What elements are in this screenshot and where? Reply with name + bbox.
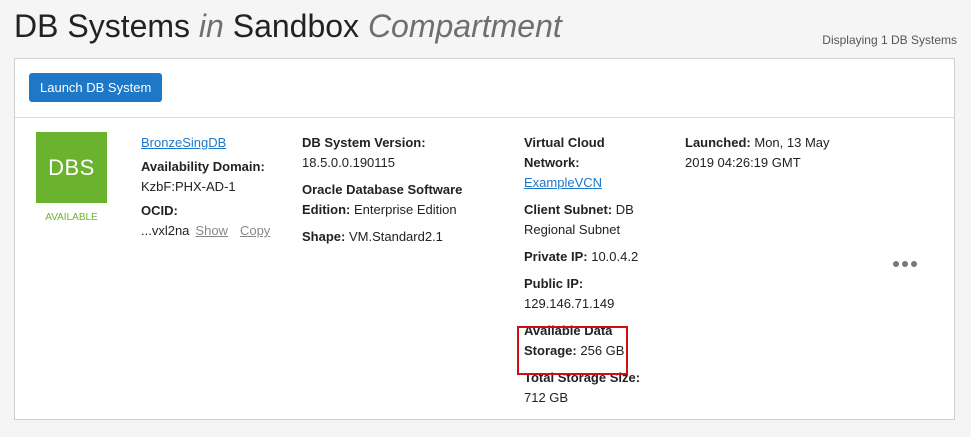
total-storage-label: Total Storage Size:: [524, 370, 641, 385]
col-launched: Launched: Mon, 13 May 2019 04:26:19 GMT: [685, 133, 885, 173]
storage-label-line1: Available Data: [524, 323, 613, 338]
subnet-value-1: DB: [615, 202, 634, 217]
shape-label: Shape:: [302, 229, 346, 244]
availability-domain-label: Availability Domain:: [141, 159, 265, 174]
title-in: in: [198, 8, 224, 44]
edition-row: Edition: Enterprise Edition: [302, 200, 492, 220]
storage-label-line2: Storage:: [524, 343, 577, 358]
results-count: Displaying 1 DB Systems: [822, 33, 957, 47]
dot-icon: [902, 261, 908, 267]
subnet-value-2: Regional Subnet: [524, 222, 621, 237]
total-storage-value: 712 GB: [524, 390, 569, 405]
version-value: 18.5.0.0.190115: [302, 155, 396, 170]
dot-icon: [911, 261, 917, 267]
launched-value-1: Mon, 13 May: [754, 135, 830, 150]
col-identity: BronzeSingDB Availability Domain: KzbF:P…: [141, 133, 291, 241]
status-badge: AVAILABLE: [45, 212, 98, 223]
vcn-label-line2: Network:: [524, 155, 580, 170]
toolbar: Launch DB System: [15, 59, 954, 118]
launched-value-2: 2019 04:26:19 GMT: [685, 155, 801, 170]
storage-value: 256 GB: [580, 343, 625, 358]
vcn-label-line1: Virtual Cloud: [524, 135, 605, 150]
edition-label-line1: Oracle Database Software: [302, 182, 463, 197]
title-db-systems: DB Systems: [14, 8, 191, 44]
col-network: Virtual Cloud Network: ExampleVCN Client…: [524, 133, 664, 408]
vcn-link[interactable]: ExampleVCN: [524, 175, 602, 190]
page-title: DB Systems in Sandbox Compartment: [14, 8, 562, 45]
launched-label: Launched:: [685, 135, 751, 150]
db-system-name-link[interactable]: BronzeSingDB: [141, 135, 226, 150]
launched-row: Launched: Mon, 13 May: [685, 133, 885, 153]
title-compartment-name: Sandbox: [232, 8, 360, 44]
private-ip-value: 10.0.4.2: [591, 249, 639, 264]
private-ip-label: Private IP:: [524, 249, 588, 264]
ocid-row: ...vxl2na Show Copy: [141, 221, 291, 241]
ocid-copy-link[interactable]: Copy: [240, 223, 270, 238]
dot-icon: [893, 261, 899, 267]
launch-db-system-button[interactable]: Launch DB System: [29, 73, 163, 102]
subnet-label: Client Subnet:: [524, 202, 613, 217]
public-ip-label: Public IP:: [524, 276, 584, 291]
db-system-row: DBS AVAILABLE BronzeSingDB Availability …: [15, 118, 954, 421]
version-label: DB System Version:: [302, 135, 426, 150]
ocid-show-link[interactable]: Show: [195, 223, 228, 238]
col-version: DB System Version: 18.5.0.0.190115 Oracl…: [302, 133, 492, 247]
edition-label-line2: Edition:: [302, 202, 351, 217]
storage-row: Storage: 256 GB: [524, 341, 664, 361]
ocid-label: OCID:: [141, 203, 178, 218]
ocid-value: ...vxl2na: [141, 223, 190, 238]
db-systems-panel: Launch DB System DBS AVAILABLE BronzeSin…: [14, 58, 955, 420]
shape-value: VM.Standard2.1: [348, 229, 443, 244]
subnet-row: Client Subnet: DB: [524, 200, 664, 220]
public-ip-value: 129.146.71.149: [524, 296, 615, 311]
title-compartment: Compartment: [367, 8, 562, 44]
db-system-icon: DBS: [36, 132, 107, 203]
shape-row: Shape: VM.Standard2.1: [302, 227, 492, 247]
private-ip-row: Private IP: 10.0.4.2: [524, 247, 664, 267]
more-horizontal-icon[interactable]: [893, 261, 917, 267]
availability-domain-value: KzbF:PHX-AD-1: [141, 179, 236, 194]
edition-value: Enterprise Edition: [354, 202, 457, 217]
